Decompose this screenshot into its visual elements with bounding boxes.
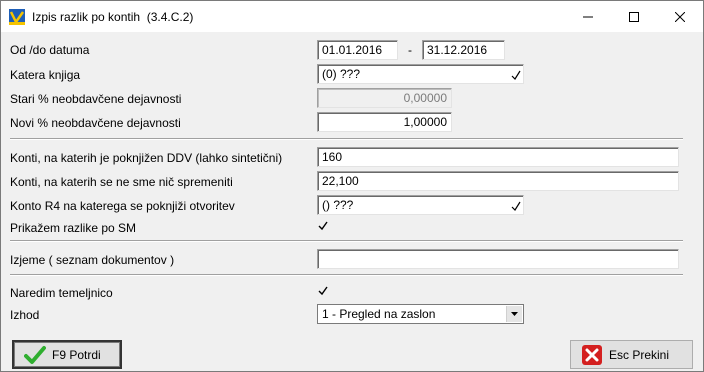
close-button[interactable] (657, 1, 703, 32)
exclusions-input[interactable] (317, 249, 679, 269)
lookup-check-icon[interactable] (511, 201, 521, 211)
dropdown-arrow[interactable] (506, 306, 522, 322)
new-percent-label: Novi % neobdavčene dejavnosti (10, 116, 181, 130)
window-title: Izpis razlik po kontih (3.4.C.2) (32, 10, 194, 24)
date-separator: - (408, 43, 412, 57)
new-percent-input[interactable]: 1,00000 (317, 112, 452, 132)
show-sm-label: Prikažem razlike po SM (10, 221, 137, 235)
book-value: (0) ??? (322, 67, 361, 81)
exclusions-label: Izjeme ( seznam dokumentov ) (10, 253, 175, 267)
minimize-icon (583, 16, 593, 17)
cancel-x-icon (582, 344, 602, 365)
separator (10, 240, 683, 242)
journal-checkbox[interactable] (317, 285, 329, 297)
output-selected-value: 1 - Pregled na zaslon (322, 307, 436, 321)
checkmark-icon (318, 286, 328, 296)
konti-ddv-label: Konti, na katerih je poknjižen DDV (lahk… (10, 151, 283, 165)
old-percent-label: Stari % neobdavčene dejavnosti (10, 92, 182, 106)
konti-ddv-input[interactable]: 160 (317, 147, 679, 167)
cancel-label: Esc Prekini (609, 347, 670, 362)
cancel-button[interactable]: Esc Prekini (570, 340, 693, 369)
lookup-check-icon[interactable] (511, 70, 521, 80)
checkmark-icon (318, 221, 328, 231)
chevron-down-icon (511, 312, 518, 316)
minimize-button[interactable] (565, 1, 611, 32)
maximize-button[interactable] (611, 1, 657, 32)
old-percent-input: 0,00000 (317, 88, 452, 108)
separator (10, 138, 683, 140)
maximize-icon (629, 11, 639, 22)
book-input[interactable]: (0) ??? (317, 64, 524, 84)
output-label: Izhod (10, 308, 40, 322)
close-icon (675, 11, 685, 22)
confirm-label: F9 Potrdi (52, 347, 101, 362)
konto-r4-label: Konto R4 na katerega se poknjiži otvorit… (10, 199, 235, 213)
app-logo-icon (9, 9, 25, 25)
date-range-label: Od /do datuma (10, 43, 90, 57)
dialog-window: Izpis razlik po kontih (3.4.C.2) Od /do … (0, 0, 704, 372)
konto-r4-value: () ??? (322, 198, 354, 212)
konti-nochange-input[interactable]: 22,100 (317, 171, 679, 191)
konti-nochange-label: Konti, na katerih se ne sme nič spremeni… (10, 175, 233, 189)
confirm-button[interactable]: F9 Potrdi (12, 340, 122, 369)
konto-r4-input[interactable]: () ??? (317, 195, 524, 215)
date-from-input[interactable]: 01.01.2016 (317, 40, 398, 60)
separator (10, 274, 683, 276)
output-select[interactable]: 1 - Pregled na zaslon (317, 304, 524, 324)
confirm-check-icon (24, 345, 46, 364)
show-sm-checkbox[interactable] (317, 220, 329, 232)
journal-label: Naredim temeljnico (10, 286, 113, 300)
book-label: Katera knjiga (10, 68, 81, 82)
title-bar[interactable]: Izpis razlik po kontih (3.4.C.2) (1, 1, 703, 32)
date-to-input[interactable]: 31.12.2016 (422, 40, 505, 60)
